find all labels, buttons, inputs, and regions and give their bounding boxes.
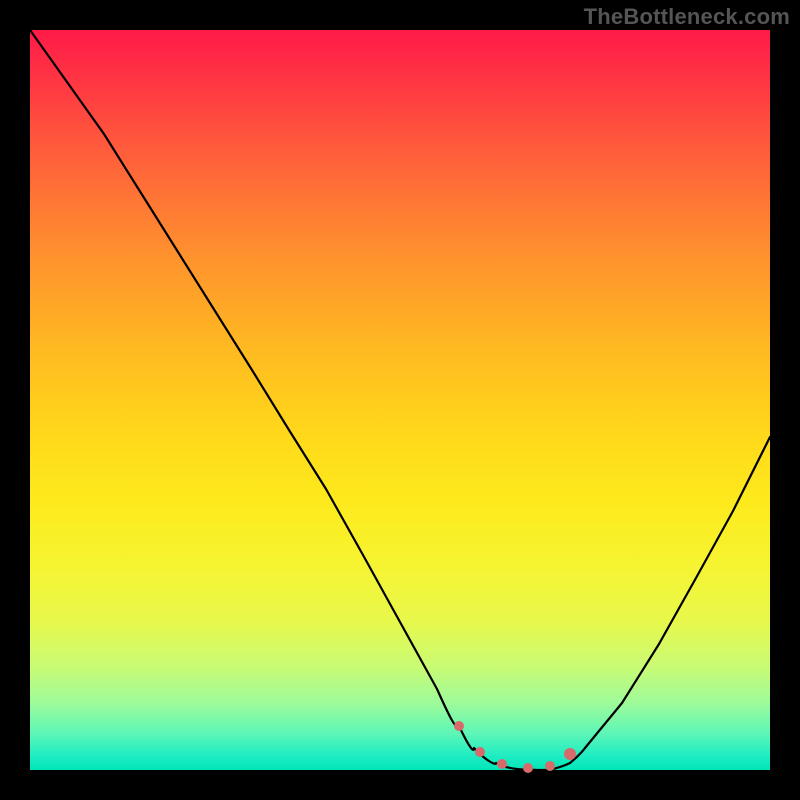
chart-stage: TheBottleneck.com <box>0 0 800 800</box>
curve-svg <box>30 30 770 770</box>
plot-area <box>30 30 770 770</box>
marker-flat-bottom-b <box>497 759 507 769</box>
bottleneck-curve <box>30 30 770 770</box>
marker-flat-end <box>564 748 576 760</box>
marker-flat-bottom-a <box>475 747 485 757</box>
marker-flat-bottom-c <box>523 763 533 773</box>
watermark-text: TheBottleneck.com <box>584 4 790 30</box>
marker-flat-start <box>454 721 464 731</box>
marker-flat-bottom-d <box>545 761 555 771</box>
